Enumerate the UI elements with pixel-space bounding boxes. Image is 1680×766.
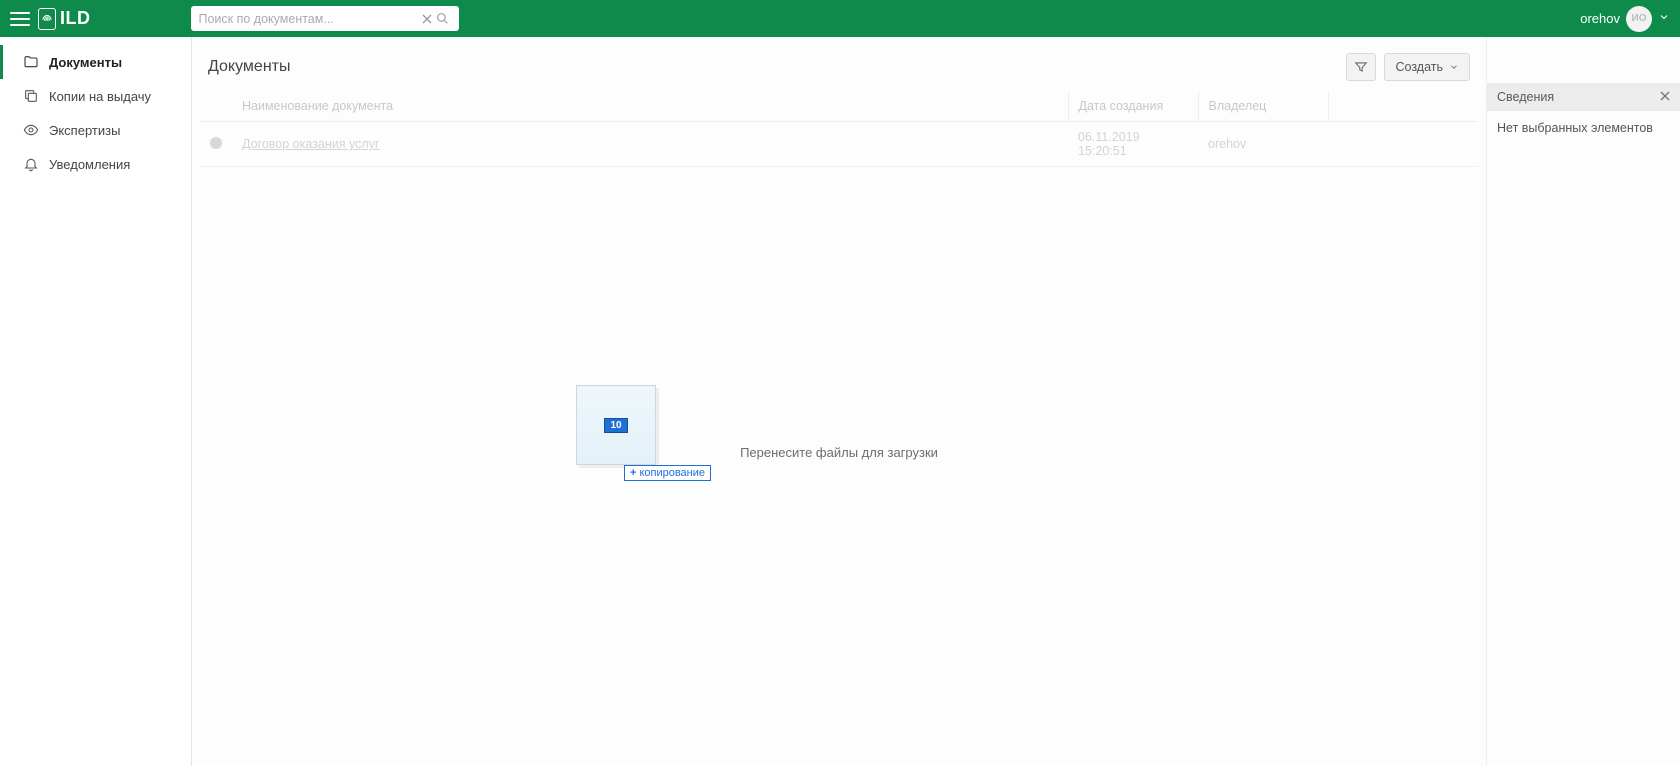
sidebar: Документы Копии на выдачу Экспертизы Уве… [0,37,192,766]
create-button[interactable]: Создать [1384,53,1470,81]
chevron-down-icon [1449,62,1459,72]
drag-action-label: + копирование [624,465,711,481]
chevron-down-icon[interactable] [1658,11,1670,26]
sidebar-item-copies[interactable]: Копии на выдачу [0,79,191,113]
sidebar-item-expertise[interactable]: Экспертизы [0,113,191,147]
search-input[interactable] [199,12,419,26]
filter-icon [1354,60,1368,74]
folder-icon [23,54,39,70]
sidebar-item-label: Уведомления [49,157,130,172]
sidebar-item-notifications[interactable]: Уведомления [0,147,191,181]
app-header: ILD orehov ИО [0,0,1680,37]
eye-icon [23,122,39,138]
menu-toggle-button[interactable] [10,9,30,29]
plus-icon: + [630,467,636,479]
details-empty-text: Нет выбранных элементов [1487,111,1680,145]
document-link[interactable]: Договор оказания услуг [242,137,379,151]
brand-logo[interactable]: ILD [38,8,91,30]
documents-table: Наименование документа Дата создания Вла… [200,91,1478,167]
create-button-label: Создать [1395,60,1443,74]
table-row[interactable]: Договор оказания услуг 06.11.2019 15:20:… [200,122,1478,167]
status-dot-icon [210,137,222,149]
sidebar-item-label: Копии на выдачу [49,89,151,104]
avatar: ИО [1626,6,1652,32]
sidebar-item-documents[interactable]: Документы [0,45,191,79]
search-icon[interactable] [435,11,451,27]
search-box [191,6,459,31]
column-name[interactable]: Наименование документа [232,91,1068,122]
fingerprint-icon [38,8,56,30]
search-clear-button[interactable] [419,11,435,27]
copy-icon [23,88,39,104]
page-title: Документы [208,58,290,76]
dropzone-hint: Перенесите файлы для загрузки [192,445,1486,460]
column-owner[interactable]: Владелец [1198,91,1328,122]
brand-name: ILD [60,8,91,29]
close-icon[interactable] [1660,90,1670,104]
column-created[interactable]: Дата создания [1068,91,1198,122]
details-panel: Сведения Нет выбранных элементов [1486,37,1680,766]
cell-created: 06.11.2019 15:20:51 [1068,122,1198,167]
user-name: orehov [1580,11,1620,26]
sidebar-item-label: Документы [49,55,122,70]
details-title: Сведения [1497,90,1554,104]
drag-preview: 10 [576,385,656,465]
bell-icon [23,156,39,172]
drag-count-badge: 10 [604,418,627,433]
cell-owner: orehov [1198,122,1328,167]
user-menu[interactable]: orehov ИО [1580,6,1670,32]
sidebar-item-label: Экспертизы [49,123,120,138]
content-area: Документы Создать Наименование документа [192,37,1486,766]
filter-button[interactable] [1346,53,1376,81]
